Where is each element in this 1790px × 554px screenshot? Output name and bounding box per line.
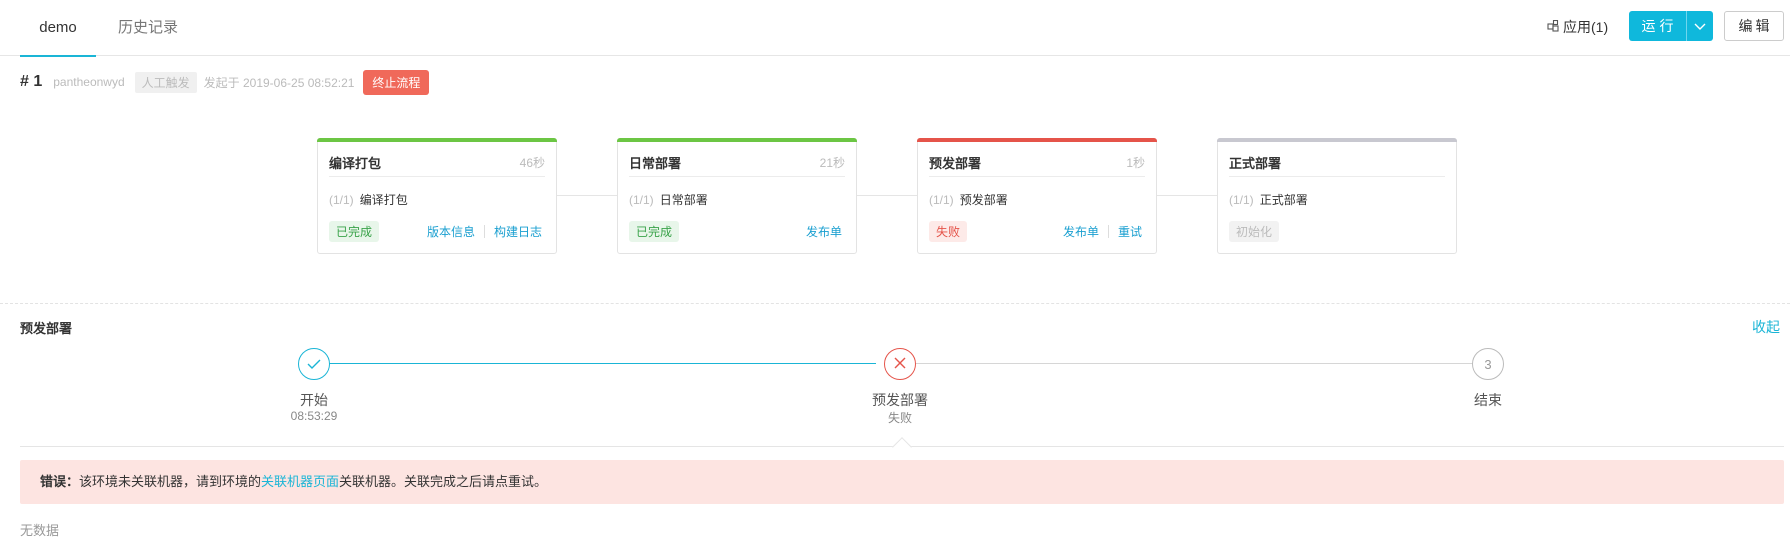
stage-links: 版本信息 构建日志 xyxy=(427,223,542,240)
section-divider xyxy=(0,303,1790,304)
stage-title: 编译打包 xyxy=(329,156,382,171)
step-line-pending xyxy=(916,363,1476,364)
error-text: 该环境未关联机器，请到环境的 xyxy=(79,474,262,489)
no-data-text: 无数据 xyxy=(20,523,60,538)
error-prefix: 错误： xyxy=(40,474,80,489)
step-status: 失败 xyxy=(887,411,912,425)
run-button[interactable]: 运行 xyxy=(1629,11,1686,41)
stage-duration: 21秒 xyxy=(819,156,845,170)
stage-job: (1/1) 预发部署 xyxy=(929,191,1008,208)
build-user: pantheonwyd xyxy=(53,75,125,89)
start-time: 发起于 2019-06-25 08:52:21 xyxy=(203,75,355,90)
error-text-after: 关联机器。关联完成之后请点重试。 xyxy=(339,474,548,489)
status-badge: 已完成 xyxy=(629,221,680,242)
status-badge: 初始化 xyxy=(1229,221,1280,242)
stage-status-bar xyxy=(617,138,857,142)
stage-status-bar xyxy=(917,138,1157,142)
tab-demo[interactable]: demo xyxy=(20,0,96,57)
status-badge: 已完成 xyxy=(329,221,380,242)
status-badge: 失败 xyxy=(929,221,968,242)
release-order-link[interactable]: 发布单 xyxy=(1063,223,1099,240)
version-info-link[interactable]: 版本信息 xyxy=(427,223,475,240)
stage-card-prod-deploy[interactable]: 正式部署 (1/1) 正式部署 初始化 xyxy=(1217,138,1457,254)
stop-pipeline-button[interactable]: 终止流程 xyxy=(363,69,430,95)
check-icon xyxy=(307,357,321,372)
stage-job: (1/1) 正式部署 xyxy=(1229,191,1308,208)
step-start xyxy=(298,348,330,380)
chevron-down-icon xyxy=(1694,19,1706,34)
job-name: 日常部署 xyxy=(659,193,708,207)
job-count: (1/1) xyxy=(929,193,954,207)
step-label: 预发部署 xyxy=(872,392,928,408)
close-icon xyxy=(894,357,906,372)
job-count: (1/1) xyxy=(629,193,654,207)
edit-button[interactable]: 编辑 xyxy=(1724,11,1784,41)
stage-title: 预发部署 xyxy=(929,156,982,171)
detail-title: 预发部署 xyxy=(20,321,73,336)
collapse-link[interactable]: 收起 xyxy=(1752,317,1780,337)
divider xyxy=(329,176,545,177)
stage-card-build[interactable]: 编译打包 46秒 (1/1) 编译打包 已完成 版本信息 构建日志 xyxy=(317,138,557,254)
job-count: (1/1) xyxy=(329,193,354,207)
job-count: (1/1) xyxy=(1229,193,1254,207)
step-label: 开始 xyxy=(300,392,328,408)
stage-card-daily-deploy[interactable]: 日常部署 21秒 (1/1) 日常部署 已完成 发布单 xyxy=(617,138,857,254)
build-number: # 1 xyxy=(20,73,43,90)
stage-links: 发布单 xyxy=(806,223,842,240)
top-bar: demo 历史记录 应用(1) 运行 编辑 xyxy=(0,0,1790,57)
error-message: 错误：该环境未关联机器，请到环境的关联机器页面关联机器。关联完成之后请点重试。 xyxy=(20,460,1784,504)
step-line-done xyxy=(316,363,876,364)
job-name: 预发部署 xyxy=(959,193,1008,207)
stage-job: (1/1) 日常部署 xyxy=(629,191,708,208)
associate-machine-link[interactable]: 关联机器页面 xyxy=(261,474,339,489)
divider xyxy=(929,176,1145,177)
stage-duration: 46秒 xyxy=(519,156,545,170)
stage-status-bar xyxy=(317,138,557,142)
tab-history[interactable]: 历史记录 xyxy=(110,0,186,56)
retry-link[interactable]: 重试 xyxy=(1118,223,1142,240)
build-meta: # 1 pantheonwyd 人工触发 发起于 2019-06-25 08:5… xyxy=(20,69,430,95)
stage-title: 日常部署 xyxy=(629,156,682,171)
job-name: 正式部署 xyxy=(1259,193,1308,207)
step-pointer xyxy=(892,437,912,457)
run-button-group: 运行 xyxy=(1629,11,1713,41)
stage-title: 正式部署 xyxy=(1229,156,1282,171)
job-name: 编译打包 xyxy=(359,193,408,207)
stage-connector xyxy=(1157,195,1217,196)
step-label: 结束 xyxy=(1474,392,1502,408)
step-time: 08:53:29 xyxy=(290,409,338,423)
step-pre-deploy xyxy=(884,348,916,380)
stage-job: (1/1) 编译打包 xyxy=(329,191,408,208)
release-order-link[interactable]: 发布单 xyxy=(806,223,842,240)
app-grid-icon xyxy=(1547,16,1559,38)
stage-connector xyxy=(857,195,917,196)
link-divider xyxy=(483,225,485,238)
apps-button[interactable]: 应用(1) xyxy=(1547,16,1608,38)
step-end: 3 xyxy=(1472,348,1504,380)
stage-card-pre-deploy[interactable]: 预发部署 1秒 (1/1) 预发部署 失败 发布单 重试 xyxy=(917,138,1157,254)
stage-duration: 1秒 xyxy=(1126,156,1145,170)
stage-links: 发布单 重试 xyxy=(1063,223,1142,240)
link-divider xyxy=(1107,225,1109,238)
build-log-link[interactable]: 构建日志 xyxy=(494,223,542,240)
apps-label: 应用(1) xyxy=(1563,19,1609,35)
run-dropdown-button[interactable] xyxy=(1686,11,1713,41)
trigger-badge: 人工触发 xyxy=(134,71,197,93)
stage-status-bar xyxy=(1217,138,1457,142)
stage-connector xyxy=(557,195,617,196)
divider xyxy=(629,176,845,177)
divider xyxy=(1229,176,1445,177)
